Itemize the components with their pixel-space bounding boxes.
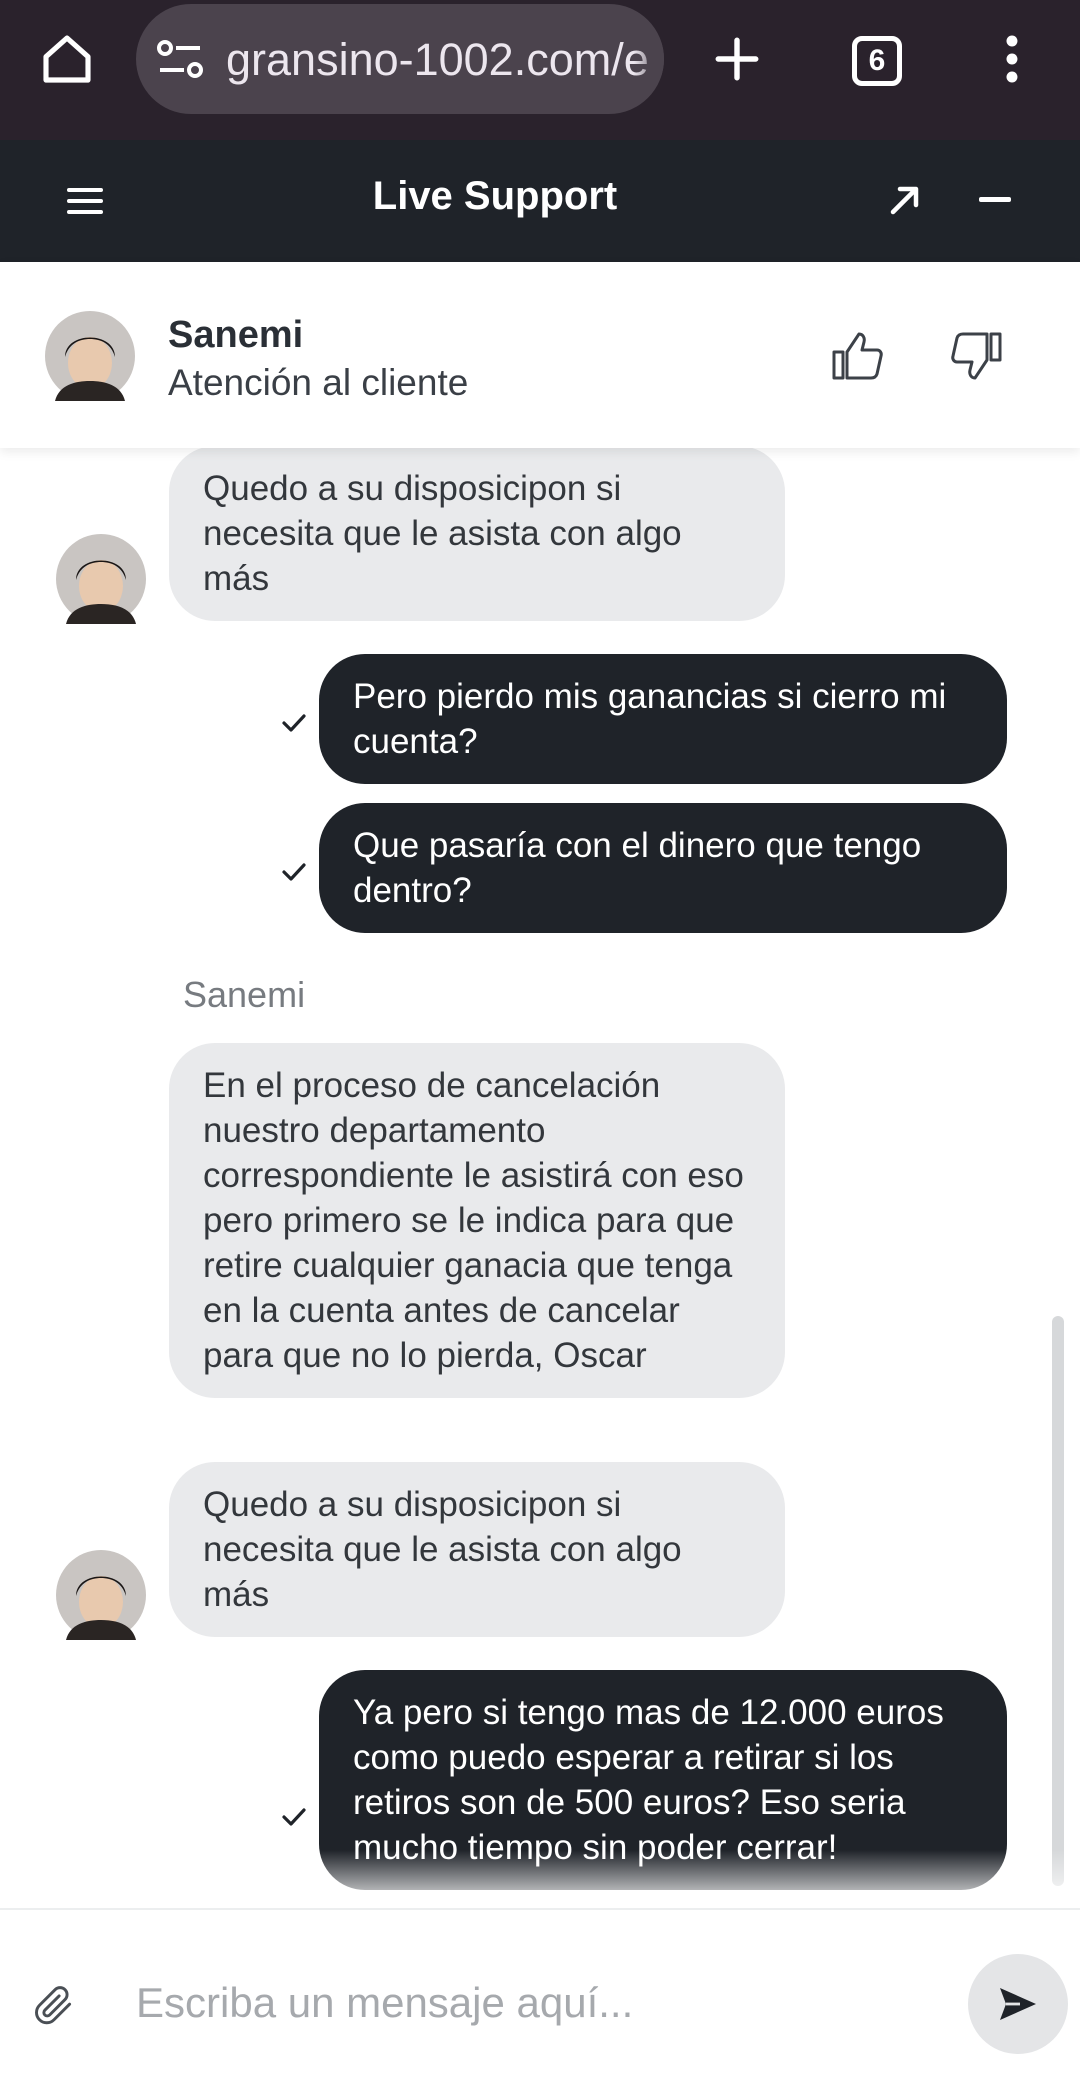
chat-header: Live Support <box>0 140 1080 262</box>
user-message: Pero pierdo mis ganancias si cierro mi c… <box>319 654 1007 784</box>
avatar <box>45 311 135 401</box>
expand-icon[interactable] <box>875 170 935 230</box>
url-fade <box>634 4 664 114</box>
checkmark-icon <box>281 712 307 734</box>
avatar <box>56 1550 146 1640</box>
page-title: Live Support <box>372 174 618 218</box>
sender-label: Sanemi <box>183 974 306 1015</box>
url-text: gransino-1002.com/e <box>226 34 649 85</box>
agent-message: En el proceso de cancelación nuestro dep… <box>169 1043 785 1398</box>
thumbs-down-icon[interactable] <box>944 324 1008 388</box>
more-vert-icon[interactable] <box>975 22 1049 96</box>
browser-toolbar: gransino-1002.com/e 6 <box>0 0 1080 140</box>
message-composer <box>0 1908 1080 2084</box>
agent-message: Quedo a su disposicipon si necesita que … <box>169 1462 785 1637</box>
checkmark-icon <box>281 1806 307 1828</box>
checkmark-icon <box>281 861 307 883</box>
user-message: Que pasaría con el dinero que tengo dent… <box>319 803 1007 933</box>
agent-message: Quedo a su disposicipon si necesita que … <box>169 448 785 621</box>
thumbs-up-icon[interactable] <box>826 324 890 388</box>
scroll-fade <box>0 1850 1080 1908</box>
agent-info: Sanemi Atención al cliente <box>0 262 1080 448</box>
scrollbar[interactable] <box>1052 1316 1064 1886</box>
site-settings-icon[interactable] <box>156 36 206 82</box>
home-icon[interactable] <box>30 22 104 96</box>
message-input[interactable] <box>136 1968 936 2038</box>
minimize-icon[interactable] <box>965 170 1025 230</box>
tab-count: 6 <box>852 36 902 86</box>
plus-icon <box>715 37 759 81</box>
message-list[interactable]: Quedo a su disposicipon si necesita que … <box>0 448 1080 1908</box>
send-icon <box>1000 1988 1036 2020</box>
avatar <box>56 534 146 624</box>
send-button[interactable] <box>968 1954 1068 2054</box>
tabs-button[interactable]: 6 <box>840 24 914 98</box>
paperclip-icon[interactable] <box>28 1980 80 2032</box>
new-tab-button[interactable] <box>700 22 774 96</box>
agent-role: Atención al cliente <box>168 362 469 403</box>
address-bar[interactable]: gransino-1002.com/e <box>136 4 664 114</box>
agent-name: Sanemi <box>168 314 304 356</box>
